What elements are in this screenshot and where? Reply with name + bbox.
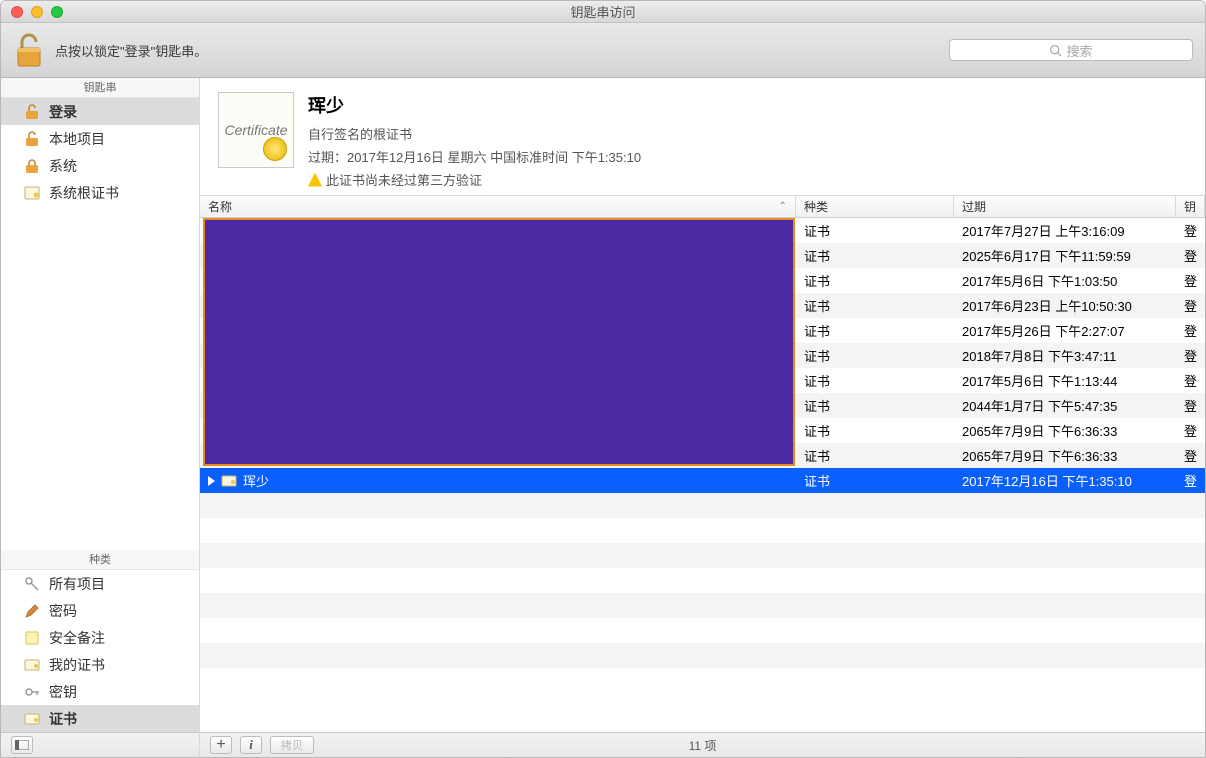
table-header: 名称 ⌃ 种类 过期 钥	[200, 196, 1205, 218]
column-header-kind[interactable]: 种类	[796, 196, 954, 217]
certificate-warning: 此证书尚未经过第三方验证	[308, 170, 641, 189]
sidebar-keychain-login[interactable]: 登录	[1, 98, 199, 125]
column-header-expires[interactable]: 过期	[954, 196, 1176, 217]
sidebar-item-label: 系统根证书	[49, 183, 119, 203]
sidebar-keychain-system[interactable]: 系统	[1, 152, 199, 179]
sidebar-cat-passwords[interactable]: 密码	[1, 597, 199, 624]
sidebar-item-label: 密码	[49, 601, 77, 621]
certificate-large-icon: Certificate	[218, 92, 294, 168]
window-title: 钥匙串访问	[1, 2, 1205, 21]
sidebar-cat-notes[interactable]: 安全备注	[1, 624, 199, 651]
sidebar-item-label: 系统	[49, 156, 77, 176]
sidebar-item-label: 登录	[49, 102, 77, 122]
sidebar-item-label: 本地项目	[49, 129, 105, 149]
certificate-icon	[23, 184, 41, 202]
search-field[interactable]: 搜索	[949, 39, 1193, 61]
sidebar-item-label: 我的证书	[49, 655, 105, 675]
certificate-icon	[221, 473, 237, 489]
keychain-access-window: 钥匙串访问 点按以锁定"登录"钥匙串。 搜索 钥匙串 登录	[0, 0, 1206, 758]
sidebar-keychains-header: 钥匙串	[1, 78, 199, 98]
certificate-detail-header: Certificate 珲少 自行签名的根证书 过期：2017年12月16日 星…	[200, 78, 1205, 196]
note-icon	[23, 629, 41, 647]
certificate-subtitle: 自行签名的根证书	[308, 124, 641, 143]
sidebar-item-label: 安全备注	[49, 628, 105, 648]
sort-indicator-icon: ⌃	[779, 201, 787, 212]
statusbar: + i 拷贝 11 项	[200, 732, 1205, 757]
titlebar: 钥匙串访问	[1, 1, 1205, 23]
sidebar-cat-keys[interactable]: 密钥	[1, 678, 199, 705]
sidebar-categories-header: 种类	[1, 550, 199, 570]
toolbar-hint: 点按以锁定"登录"钥匙串。	[55, 41, 207, 60]
certificate-expiry: 过期：2017年12月16日 星期六 中国标准时间 下午1:35:10	[308, 147, 641, 166]
padlock-open-icon	[23, 103, 41, 121]
sidebar-keychain-local[interactable]: 本地项目	[1, 125, 199, 152]
sidebar-item-label: 证书	[49, 709, 77, 729]
sidebar-categories-list: 所有项目 密码 安全备注 我的证书 密钥	[1, 570, 199, 732]
row-name-label: 珲少	[243, 471, 269, 490]
lock-keychain-button[interactable]	[13, 30, 45, 70]
padlock-closed-icon	[23, 157, 41, 175]
sidebar-cat-all[interactable]: 所有项目	[1, 570, 199, 597]
sidebar-keychains-list: 登录 本地项目 系统 系统根证书	[1, 98, 199, 206]
column-header-name[interactable]: 名称 ⌃	[200, 196, 796, 217]
toolbar: 点按以锁定"登录"钥匙串。 搜索	[1, 23, 1205, 78]
column-header-keychain[interactable]: 钥	[1176, 196, 1205, 217]
empty-rows	[200, 493, 1205, 732]
key-icon	[23, 683, 41, 701]
sidebar-keychain-roots[interactable]: 系统根证书	[1, 179, 199, 206]
search-placeholder: 搜索	[1066, 41, 1092, 60]
disclosure-triangle-icon[interactable]	[208, 476, 215, 486]
status-item-count: 11 项	[200, 737, 1205, 754]
sidebar-item-label: 所有项目	[49, 574, 105, 594]
padlock-open-icon	[13, 30, 45, 70]
certificate-name: 珲少	[308, 92, 641, 118]
sidebar-statusbar	[1, 732, 199, 757]
padlock-open-icon	[23, 130, 41, 148]
certificate-icon	[23, 710, 41, 728]
search-icon	[1049, 44, 1062, 57]
sidebar-cat-certs[interactable]: 证书	[1, 705, 199, 732]
redacted-overlay	[203, 218, 795, 466]
certificate-icon	[23, 656, 41, 674]
table-body: 证书2017年7月27日 上午3:16:09登 证书2025年6月17日 下午1…	[200, 218, 1205, 732]
keys-icon	[23, 575, 41, 593]
pencil-icon	[23, 602, 41, 620]
sidebar-item-label: 密钥	[49, 682, 77, 702]
sidebar: 钥匙串 登录 本地项目 系统 系统根证书	[1, 78, 200, 757]
sidebar-toggle-icon	[15, 740, 29, 750]
content-area: 钥匙串 登录 本地项目 系统 系统根证书	[1, 78, 1205, 757]
main-panel: Certificate 珲少 自行签名的根证书 过期：2017年12月16日 星…	[200, 78, 1205, 757]
warning-triangle-icon	[308, 173, 322, 187]
sidebar-view-toggle-button[interactable]	[11, 736, 33, 754]
sidebar-cat-mycerts[interactable]: 我的证书	[1, 651, 199, 678]
table-row-selected[interactable]: 珲少 证书 2017年12月16日 下午1:35:10 登	[200, 468, 1205, 493]
